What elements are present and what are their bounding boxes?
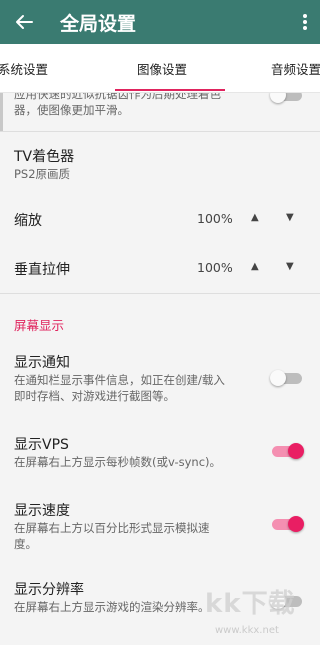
- switch-knob: [270, 370, 286, 386]
- app-bar: 全局设置: [0, 0, 320, 44]
- zoom-increase-icon[interactable]: ▲: [251, 212, 259, 223]
- back-arrow-icon: [16, 15, 33, 29]
- zoom-setting: 缩放 100% ▲ ▼: [14, 210, 314, 230]
- back-button[interactable]: [0, 0, 48, 44]
- show-vps-desc: 在屏幕右上方显示每秒帧数(或v-sync)。: [14, 455, 222, 469]
- show-speed-desc-line1: 在屏幕右上方以百分比形式显示模拟速: [14, 521, 210, 535]
- show-vps-toggle[interactable]: [270, 443, 304, 459]
- show-notifications-desc-line1: 在通知栏显示事件信息，如正在创建/载入: [14, 373, 225, 387]
- more-vert-icon: [303, 14, 307, 30]
- fxaa-setting-partial[interactable]: 应用快速的近似抗锯齿作为后期处理着色 器，使图像更加平滑。: [14, 93, 264, 118]
- zoom-label: 缩放: [14, 213, 42, 229]
- tab-bar: 系统设置 图像设置 音频设置: [0, 44, 320, 93]
- tab-graphics-settings[interactable]: 图像设置: [137, 44, 187, 92]
- vertical-stretch-setting: 垂直拉伸 100% ▲ ▼: [14, 259, 314, 279]
- zoom-value: 100%: [197, 211, 233, 226]
- show-vps-title: 显示VPS: [14, 437, 69, 453]
- tv-shader-value: PS2原画质: [14, 167, 71, 181]
- active-tab-indicator: [115, 89, 225, 91]
- more-options-button[interactable]: [290, 0, 320, 44]
- show-vps-setting[interactable]: 显示VPS 在屏幕右上方显示每秒帧数(或v-sync)。: [14, 434, 264, 470]
- fxaa-description-line2: 器，使图像更加平滑。: [14, 103, 129, 117]
- tv-shader-setting[interactable]: TV着色器 PS2原画质: [14, 146, 264, 182]
- scroll-indicator: [0, 93, 3, 131]
- watermark-url: www.kkx.net: [215, 625, 279, 636]
- divider: [0, 293, 320, 294]
- show-speed-title: 显示速度: [14, 503, 70, 519]
- zoom-decrease-icon[interactable]: ▼: [286, 212, 294, 223]
- tab-system-settings[interactable]: 系统设置: [0, 44, 48, 92]
- fxaa-description-line1: 应用快速的近似抗锯齿作为后期处理着色: [14, 93, 221, 101]
- tv-shader-title: TV着色器: [14, 149, 75, 165]
- tab-audio-settings[interactable]: 音频设置: [271, 44, 320, 92]
- settings-list[interactable]: 应用快速的近似抗锯齿作为后期处理着色 器，使图像更加平滑。 TV着色器 PS2原…: [0, 93, 320, 645]
- vertical-stretch-label: 垂直拉伸: [14, 262, 70, 278]
- page-title: 全局设置: [60, 12, 137, 35]
- switch-knob: [288, 443, 304, 459]
- vertical-stretch-decrease-icon[interactable]: ▼: [286, 261, 294, 272]
- fxaa-toggle[interactable]: [270, 93, 304, 103]
- switch-knob: [270, 93, 286, 103]
- watermark-logo-text: kk下载: [205, 589, 296, 619]
- switch-knob: [288, 516, 304, 532]
- show-speed-desc-line2: 度。: [14, 537, 37, 551]
- show-notifications-toggle[interactable]: [270, 370, 304, 386]
- vertical-stretch-value: 100%: [197, 260, 233, 275]
- show-notifications-title: 显示通知: [14, 355, 70, 371]
- show-speed-setting[interactable]: 显示速度 在屏幕右上方以百分比形式显示模拟速 度。: [14, 500, 264, 552]
- show-notifications-desc-line2: 即时存档、对游戏进行截图等。: [14, 389, 175, 403]
- show-speed-toggle[interactable]: [270, 516, 304, 532]
- watermark: kk下载 www.kkx.net: [205, 583, 317, 643]
- show-notifications-setting[interactable]: 显示通知 在通知栏显示事件信息，如正在创建/载入 即时存档、对游戏进行截图等。: [14, 352, 264, 404]
- vertical-stretch-increase-icon[interactable]: ▲: [251, 261, 259, 272]
- divider: [0, 131, 320, 132]
- section-header-screen-display: 屏幕显示: [14, 318, 65, 333]
